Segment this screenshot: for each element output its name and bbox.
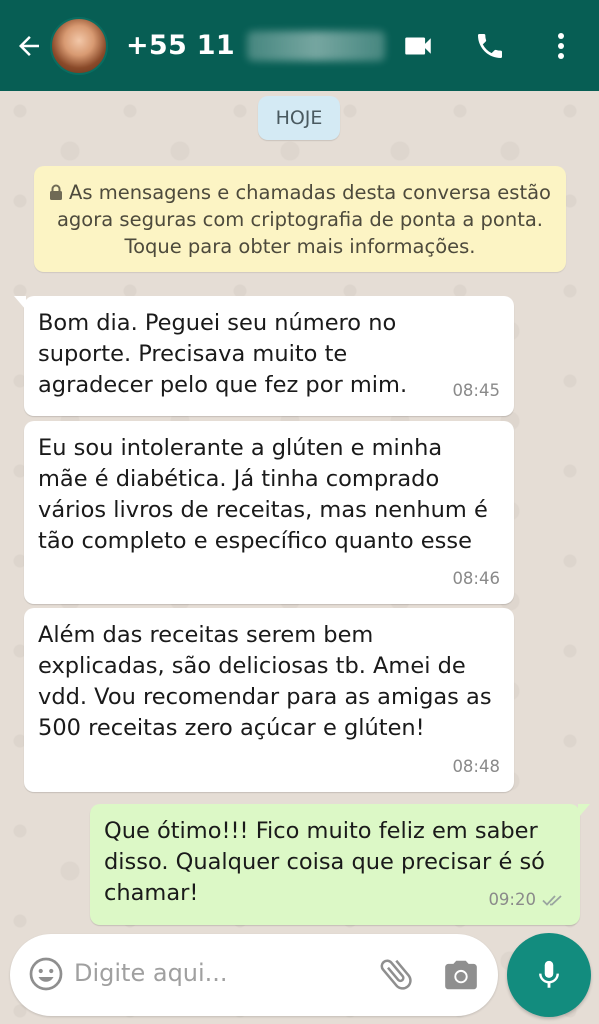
message-time: 09:20 — [488, 884, 566, 915]
bubble-tail — [578, 804, 590, 818]
message-bubble-incoming[interactable]: Bom dia. Peguei seu número no suporte. P… — [14, 296, 514, 416]
message-input[interactable]: Digite aqui... — [74, 959, 228, 987]
avatar[interactable] — [50, 16, 108, 75]
message-text: Eu sou intolerante a glúten e minha mãe … — [38, 435, 488, 554]
video-camera-icon — [405, 37, 431, 54]
contact-number-blurred — [246, 30, 385, 61]
back-arrow-icon — [19, 35, 39, 56]
bubble-tail — [14, 296, 26, 310]
message-bubble-outgoing[interactable]: Que ótimo!!! Fico muito feliz em saber d… — [90, 804, 590, 925]
message-time: 08:46 — [452, 569, 500, 588]
emoji-icon[interactable] — [28, 956, 64, 992]
encryption-notice[interactable]: As mensagens e chamadas desta conversa e… — [34, 166, 566, 272]
message-composer[interactable]: Digite aqui... — [10, 934, 498, 1016]
attach-icon[interactable] — [376, 954, 416, 994]
message-time: 08:48 — [452, 757, 500, 776]
phone-icon — [478, 33, 502, 58]
more-vertical-icon — [558, 32, 564, 59]
read-ticks-icon — [542, 894, 562, 906]
message-bubble-incoming[interactable]: Além das receitas serem bem explicadas, … — [24, 608, 514, 792]
mic-button[interactable] — [507, 933, 591, 1017]
contact-number-prefix: +55 11 — [126, 30, 235, 61]
lock-icon — [50, 184, 62, 200]
message-time: 08:45 — [452, 381, 500, 400]
chat-header: +55 11 — [0, 0, 599, 91]
message-bubble-incoming[interactable]: Eu sou intolerante a glúten e minha mãe … — [24, 421, 514, 604]
video-call-button[interactable] — [396, 0, 440, 91]
mic-icon — [539, 960, 559, 988]
voice-call-button[interactable] — [468, 0, 512, 91]
contact-name[interactable]: +55 11 — [126, 30, 385, 61]
message-text: Bom dia. Peguei seu número no suporte. P… — [38, 310, 408, 398]
encryption-notice-text: As mensagens e chamadas desta conversa e… — [56, 181, 551, 258]
menu-button[interactable] — [546, 0, 576, 91]
date-separator: HOJE — [258, 96, 340, 140]
camera-icon[interactable] — [442, 956, 480, 994]
message-text: Além das receitas serem bem explicadas, … — [38, 622, 492, 741]
